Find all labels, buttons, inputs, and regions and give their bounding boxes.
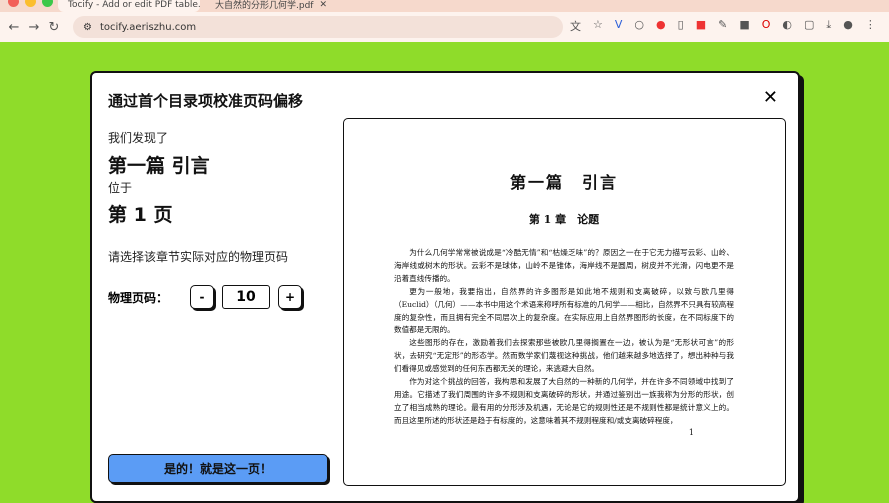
close-tab-icon[interactable]: ✕ [319, 0, 327, 10]
confirm-button[interactable]: 是的！就是这一页！ [108, 454, 328, 483]
url-text: tocify.aeriszhu.com [99, 21, 197, 33]
reload-icon[interactable]: ↻ [44, 20, 64, 35]
forward-icon[interactable]: → [24, 20, 44, 35]
physical-page-input[interactable]: 10 [222, 285, 271, 309]
address-bar[interactable]: ⚙ tocify.aeriszhu.com [73, 16, 563, 38]
menu-icon[interactable]: ⋮ [865, 18, 876, 34]
tab-title: Tocify - Add or edit PDF table... [68, 0, 200, 10]
back-icon[interactable]: ← [4, 20, 24, 35]
physical-page-label: 物理页码： [108, 290, 169, 305]
decrement-button[interactable]: - [190, 285, 215, 309]
extension-icon[interactable]: ▯ [678, 18, 684, 34]
tab-tocify[interactable]: Tocify - Add or edit PDF table...✕ [58, 0, 200, 12]
tab-bar: Tocify - Add or edit PDF table...✕ 大自然的分… [0, 0, 889, 12]
puzzle-icon[interactable]: ▢ [804, 18, 814, 34]
window-controls[interactable] [8, 0, 53, 7]
page-label: 第 1 页 [108, 204, 173, 226]
site-info-icon[interactable]: ⚙ [83, 22, 92, 33]
paragraph: 作为对这个挑战的回答，我构思和发展了大自然的一种新的几何学，并在许多不同领域中找… [394, 377, 734, 425]
physical-page-stepper: 物理页码： - 10 + [108, 285, 303, 309]
paragraph: 更为一般地，我要指出，自然界的许多图形是如此地不规则和支离破碎，以致与欧几里得（… [394, 286, 734, 335]
page-chapter: 第 1 章 论题 [528, 213, 600, 226]
page-number: 1 [688, 427, 694, 437]
extension-icon[interactable]: ✎ [718, 18, 727, 34]
extensions: 文 ☆ V ○ ● ▯ ■ ✎ ■ O ◐ ▢ ⤓ ● ⋮ [570, 18, 876, 34]
page-heading: 第一篇 引言 [509, 173, 618, 192]
calibrate-dialog: 通过首个目录项校准页码偏移 ✕ 我们发现了 第一篇 引言 位于 第 1 页 请选… [90, 71, 800, 503]
paragraph: 这些图形的存在，激励着我们去探索那些被欧几里得搁置在一边，被认为是“无形状可言”… [394, 338, 734, 374]
located-label: 位于 [108, 181, 133, 195]
tab-pdf[interactable]: 大自然的分形几何学.pdf ✕ [205, 0, 353, 12]
paragraph: 为什么几何学常常被说成是“冷酷无情”和“枯燥乏味”的？原因之一在于它无力描写云彩… [394, 248, 734, 283]
instruction-text: 请选择该章节实际对应的物理页码 [108, 250, 289, 264]
page-body: 为什么几何学常常被说成是“冷酷无情”和“枯燥乏味”的？原因之一在于它无力描写云彩… [394, 247, 734, 428]
dialog-title: 通过首个目录项校准页码偏移 [108, 92, 304, 110]
bookmark-star-icon[interactable]: ☆ [593, 18, 603, 34]
avatar[interactable]: ● [843, 18, 853, 34]
extension-icon[interactable]: ■ [696, 18, 706, 34]
browser-toolbar: ← → ↻ ⚙ tocify.aeriszhu.com 文 ☆ V ○ ● ▯ ■ ✎ ■ O ◐ ▢… [0, 12, 889, 42]
translate-icon[interactable]: 文 [570, 18, 581, 34]
close-icon[interactable]: ✕ [763, 87, 778, 108]
found-label: 我们发现了 [108, 131, 169, 145]
tab-title: 大自然的分形几何学.pdf [215, 1, 314, 11]
download-icon[interactable]: ⤓ [826, 18, 831, 34]
increment-button[interactable]: + [278, 285, 303, 309]
page-preview: 第一篇 引言 第 1 章 论题 为什么几何学常常被说成是“冷酷无情”和“枯燥乏味… [343, 118, 786, 486]
extension-icon[interactable]: V [615, 18, 623, 34]
extension-icon[interactable]: ■ [739, 18, 749, 34]
pdf-page: 第一篇 引言 第 1 章 论题 为什么几何学常常被说成是“冷酷无情”和“枯燥乏味… [394, 169, 734, 437]
chapter-title: 第一篇 引言 [108, 155, 210, 177]
opera-icon[interactable]: O [762, 18, 771, 34]
extension-icon[interactable]: ○ [634, 18, 644, 34]
extension-icon[interactable]: ◐ [782, 18, 792, 34]
extension-icon[interactable]: ● [656, 18, 666, 34]
